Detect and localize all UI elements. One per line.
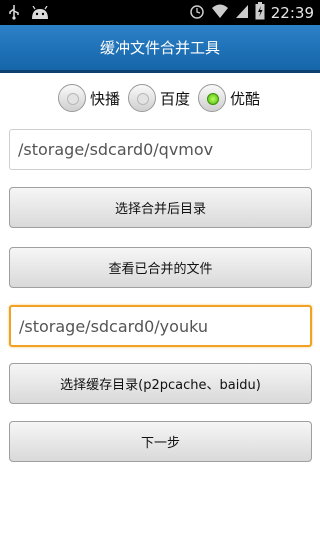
page-title: 缓冲文件合并工具 (99, 39, 220, 57)
radio-button[interactable] (58, 84, 86, 112)
choose-cache-dir-button[interactable]: 选择缓存目录(p2pcache、baidu) (9, 363, 312, 404)
radio-label: 优酷 (230, 89, 261, 108)
radio-option-baidu[interactable]: 百度 (128, 84, 190, 112)
wifi-icon (211, 3, 229, 23)
next-step-button[interactable]: 下一步 (9, 421, 312, 462)
title-bar: 缓冲文件合并工具 (0, 25, 320, 73)
radio-button[interactable] (128, 84, 157, 112)
radio-label: 百度 (160, 89, 191, 108)
usb-icon (8, 4, 20, 24)
alarm-icon (189, 3, 205, 23)
view-merged-files-button[interactable]: 查看已合并的文件 (9, 247, 312, 288)
radio-option-kuaibo[interactable]: 快播 (58, 84, 120, 112)
choose-output-dir-button[interactable]: 选择合并后目录 (9, 187, 312, 228)
signal-icon (235, 3, 249, 23)
cache-path-input[interactable] (19, 316, 310, 336)
source-radio-group: 快播 百度 优酷 (58, 84, 260, 112)
output-path-input[interactable] (18, 140, 311, 159)
battery-icon (255, 2, 265, 24)
radio-button[interactable] (198, 84, 227, 112)
radio-label: 快播 (90, 89, 121, 108)
clock: 22:39 (270, 4, 314, 22)
cache-path-field[interactable] (9, 305, 312, 347)
output-path-field[interactable] (9, 129, 312, 170)
radio-option-youku[interactable]: 优酷 (198, 84, 260, 112)
android-icon (30, 5, 50, 24)
status-bar: 22:39 (0, 0, 320, 25)
